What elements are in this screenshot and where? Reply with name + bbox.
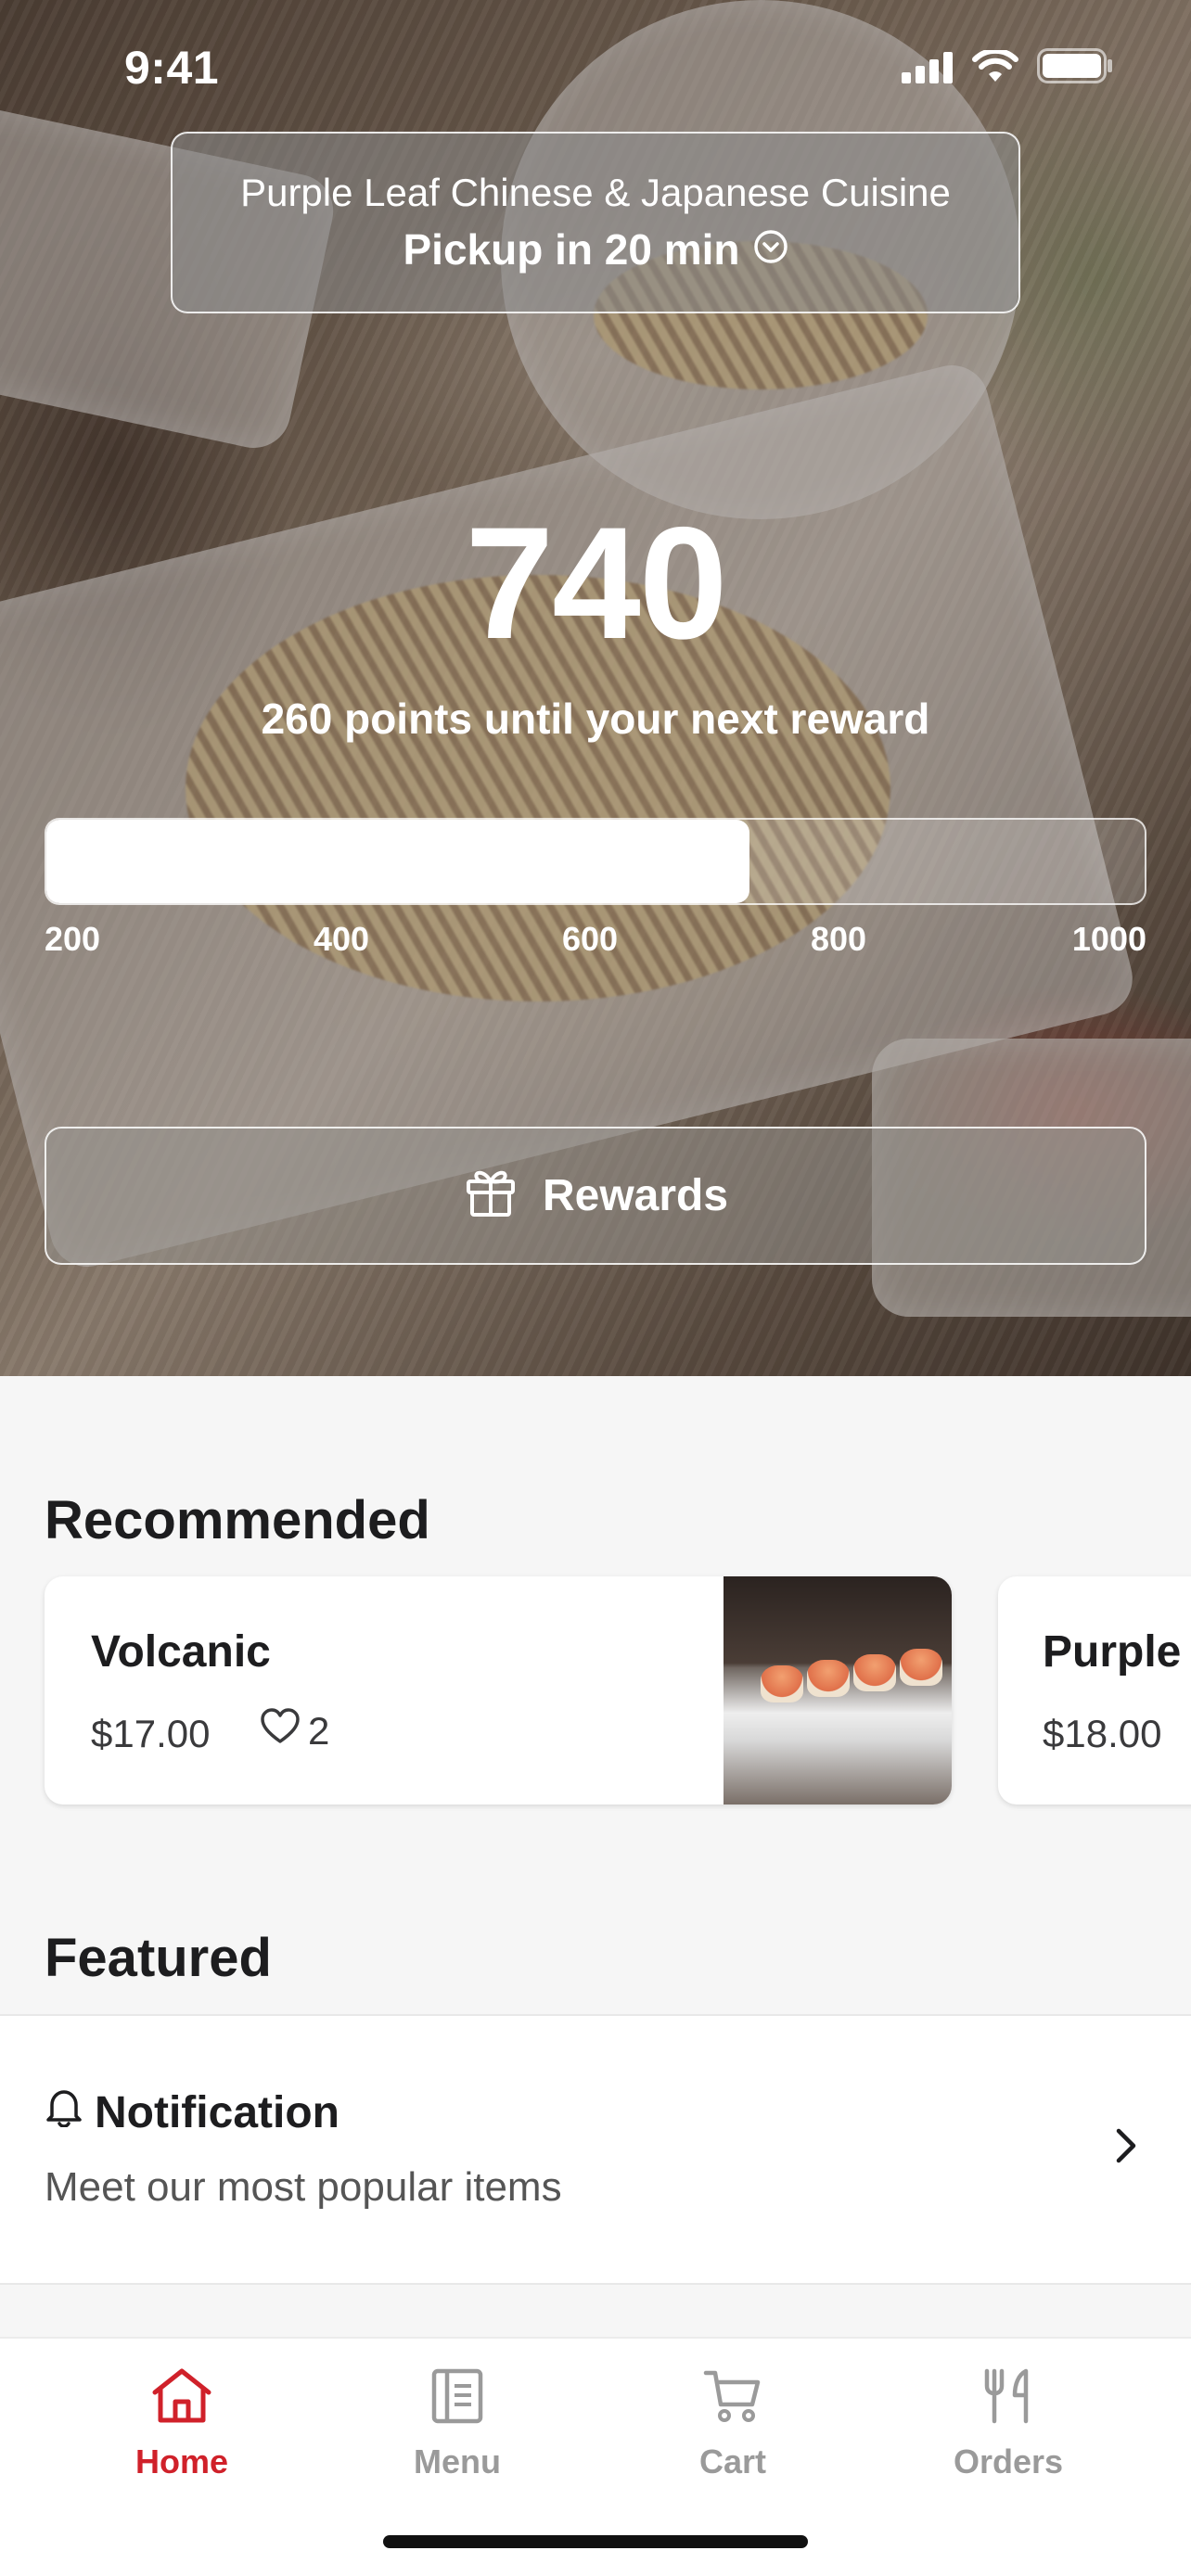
pickup-time: Pickup in 20 min — [403, 224, 788, 274]
home-icon — [80, 2363, 284, 2429]
item-likes[interactable]: 2 — [260, 1708, 329, 1754]
item-price: $17.00 — [91, 1712, 211, 1755]
likes-count: 2 — [308, 1709, 330, 1753]
recommended-item-card[interactable]: Purple $18.00 — [998, 1576, 1191, 1804]
item-name: Purple — [1043, 1627, 1182, 1677]
notification-title-text: Notification — [95, 2087, 339, 2137]
heart-icon — [260, 1708, 301, 1754]
featured-notification-row[interactable]: Notification Meet our most popular items — [0, 2014, 1191, 2285]
featured-heading: Featured — [45, 1928, 272, 1988]
location-selector[interactable]: Purple Leaf Chinese & Japanese Cuisine P… — [171, 132, 1020, 313]
chevron-right-icon — [1113, 2125, 1139, 2171]
tab-menu[interactable]: Menu — [355, 2363, 559, 2481]
points-progress-bar — [45, 818, 1146, 905]
item-price: $18.00 — [1043, 1712, 1162, 1755]
home-indicator[interactable] — [383, 2535, 808, 2548]
points-balance: 740 — [465, 494, 728, 672]
signal-icon — [902, 52, 954, 88]
chevron-down-circle-icon — [753, 224, 788, 274]
battery-icon — [1037, 48, 1113, 88]
points-remaining-text: 260 points until your next reward — [261, 695, 930, 743]
tab-orders[interactable]: Orders — [906, 2363, 1110, 2481]
menu-book-icon — [355, 2363, 559, 2429]
hero-banner: 9:41 Purple Leaf Chinese & Japanese Cuis… — [0, 0, 1191, 1376]
recommended-heading: Recommended — [45, 1490, 430, 1550]
status-icons — [902, 47, 1113, 88]
restaurant-name: Purple Leaf Chinese & Japanese Cuisine — [240, 171, 951, 214]
scale-label: 600 — [562, 920, 619, 958]
notification-title: Notification — [45, 2086, 339, 2138]
wifi-icon — [972, 47, 1018, 88]
tab-label: Cart — [698, 2442, 767, 2480]
progress-scale: 200 400 600 800 1000 — [45, 920, 1146, 966]
scale-label: 200 — [45, 920, 101, 958]
notification-subtitle: Meet our most popular items — [45, 2164, 562, 2210]
item-photo — [724, 1576, 952, 1804]
tab-cart[interactable]: Cart — [631, 2363, 835, 2481]
pickup-label: Pickup in 20 min — [403, 225, 740, 274]
scale-label: 800 — [811, 920, 867, 958]
fork-knife-icon — [906, 2363, 1110, 2429]
rewards-label: Rewards — [542, 1171, 729, 1220]
gift-icon — [463, 1163, 519, 1230]
scale-label: 400 — [314, 920, 370, 958]
cart-icon — [631, 2363, 835, 2429]
tab-label: Home — [134, 2442, 229, 2480]
tab-home[interactable]: Home — [80, 2363, 284, 2481]
points-progress-fill — [46, 820, 749, 903]
status-bar: 9:41 — [0, 0, 1191, 130]
scale-label: 1000 — [1071, 920, 1146, 958]
item-name: Volcanic — [91, 1627, 271, 1677]
status-time: 9:41 — [124, 42, 220, 94]
sushi-piece — [900, 1649, 942, 1686]
bell-icon — [45, 2086, 83, 2138]
sushi-piece — [761, 1665, 803, 1702]
sushi-piece — [807, 1660, 850, 1697]
tab-label: Orders — [953, 2442, 1064, 2480]
tab-label: Menu — [414, 2442, 501, 2480]
sushi-piece — [853, 1654, 896, 1691]
rewards-button[interactable]: Rewards — [45, 1127, 1146, 1265]
recommended-item-card[interactable]: Volcanic $17.00 2 — [45, 1576, 952, 1804]
